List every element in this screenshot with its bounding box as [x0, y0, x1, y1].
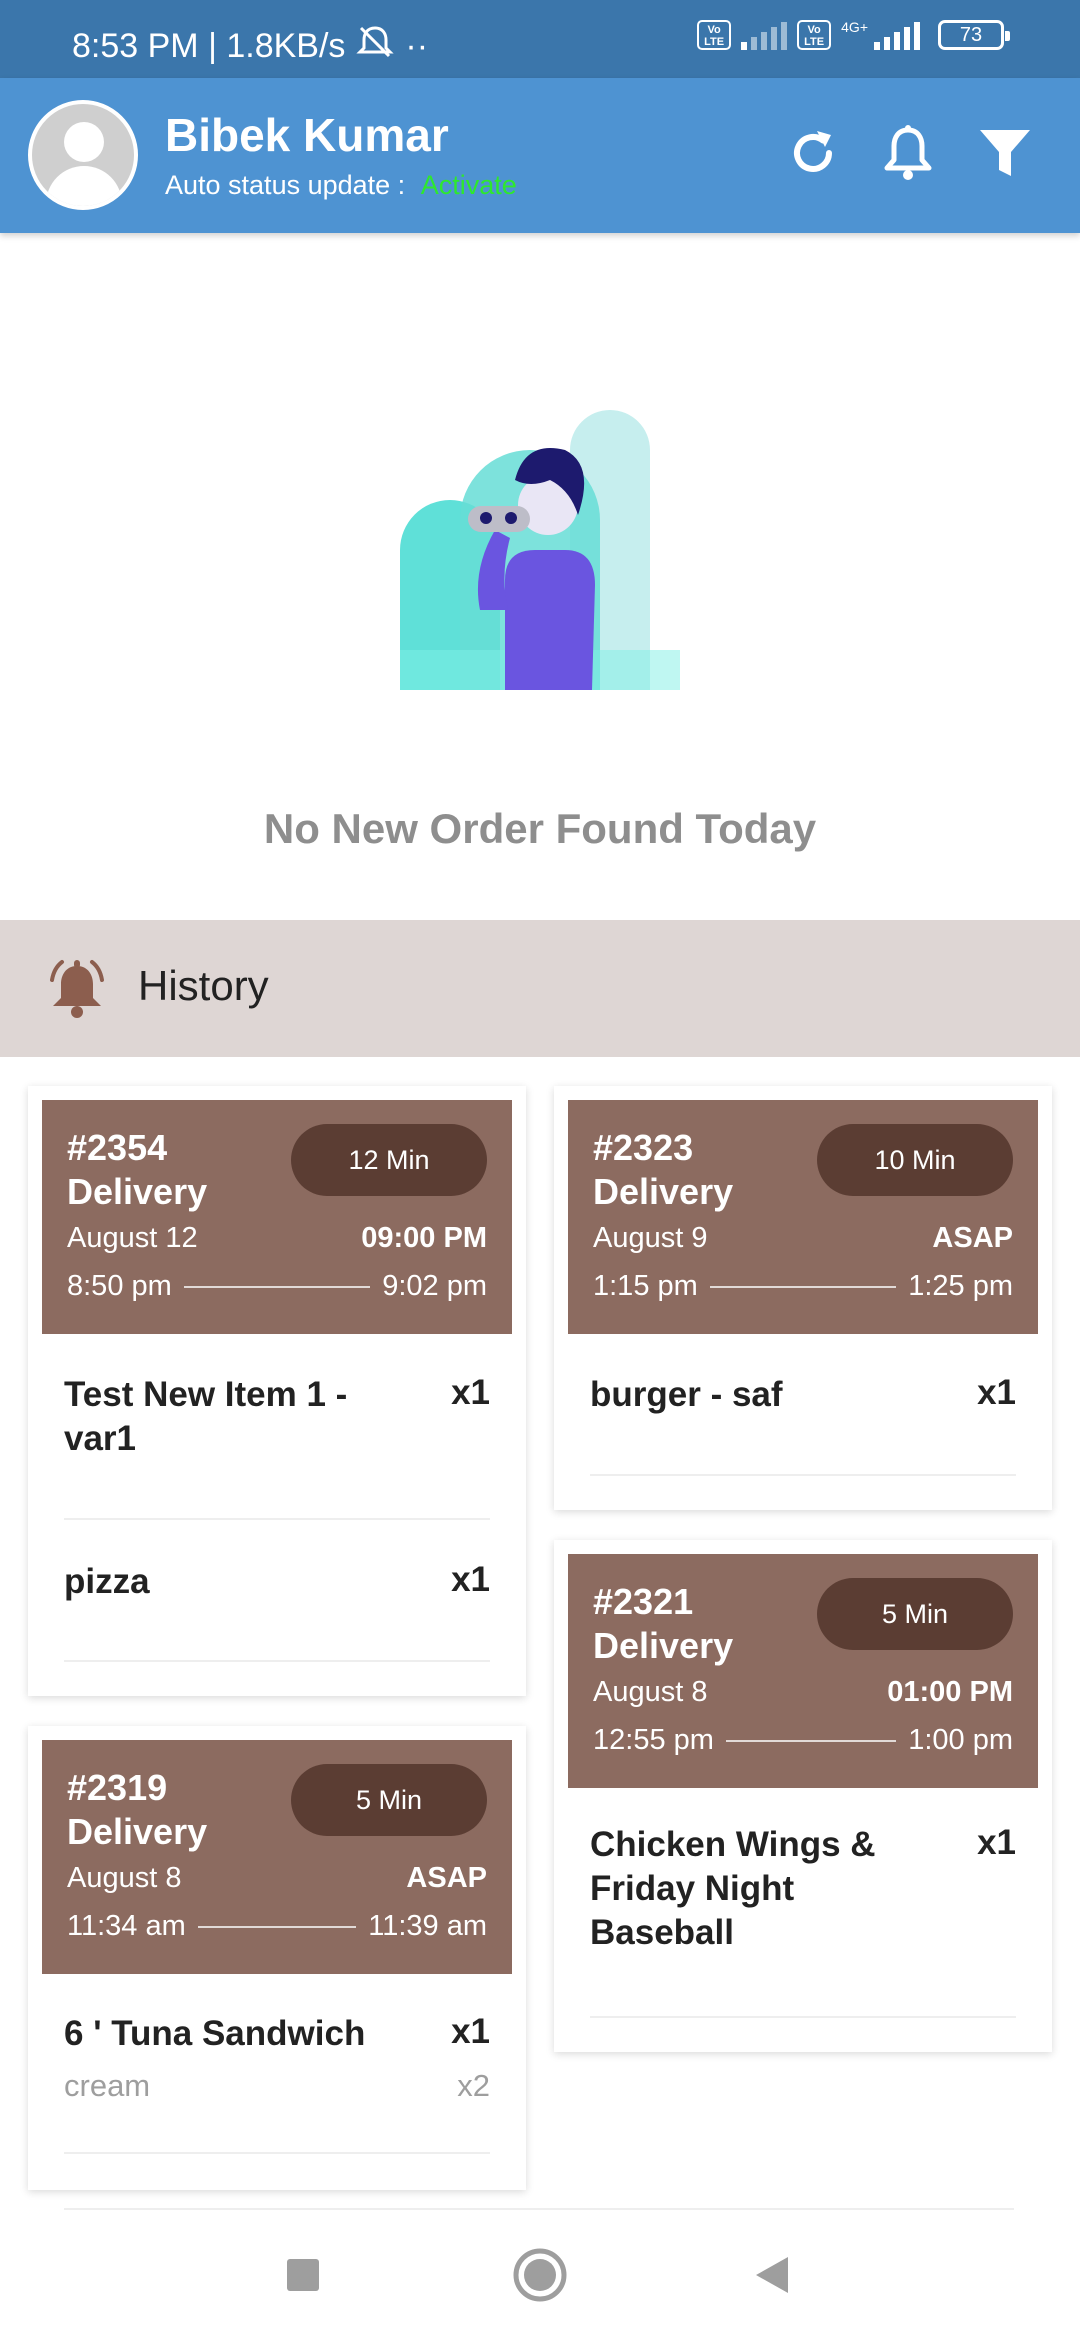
- empty-state-message: No New Order Found Today: [263, 805, 817, 852]
- back-button[interactable]: [737, 2240, 807, 2310]
- activate-link[interactable]: Activate: [421, 170, 517, 200]
- item-name: 6 ' Tuna Sandwich: [64, 2014, 366, 2053]
- network-type: 4G+: [841, 19, 868, 35]
- order-card[interactable]: #2319 Delivery 5 Min August 8 ASAP 11:34…: [28, 1726, 526, 2190]
- range-divider: [709, 1285, 897, 1288]
- divider: [64, 2152, 490, 2154]
- order-time: ASAP: [932, 1222, 1013, 1254]
- bell-icon[interactable]: [873, 118, 943, 188]
- empty-state-illustration: [400, 410, 680, 690]
- status-dots: ··: [405, 27, 429, 65]
- volte-icon-2: Vo LTE: [797, 20, 832, 50]
- duration-badge: 12 Min: [291, 1124, 487, 1196]
- duration-badge: 5 Min: [291, 1764, 487, 1836]
- order-date: August 8: [593, 1676, 708, 1708]
- item-qty: x1: [977, 1823, 1016, 1862]
- order-header: #2354 Delivery 12 Min August 12 09:00 PM…: [42, 1100, 512, 1334]
- order-card[interactable]: #2321 Delivery 5 Min August 8 01:00 PM 1…: [554, 1540, 1052, 2052]
- order-type: Delivery: [67, 1811, 208, 1852]
- battery-icon: 73: [938, 20, 1010, 50]
- range-divider: [183, 1285, 371, 1288]
- order-time: 09:00 PM: [361, 1222, 487, 1254]
- range-divider: [197, 1925, 357, 1928]
- start-time: 11:34 am: [67, 1910, 186, 1942]
- order-number-type: #2321 Delivery: [593, 1580, 733, 1668]
- user-name: Bibek Kumar: [165, 109, 449, 161]
- item-name: burger - saf: [590, 1375, 783, 1414]
- order-number: #2323: [593, 1127, 694, 1168]
- order-number-type: #2319 Delivery: [67, 1766, 207, 1854]
- signal-2-icon: [874, 20, 920, 50]
- item-qty: x1: [451, 1560, 490, 1599]
- divider: [590, 2016, 1016, 2018]
- item-qty: x1: [451, 1373, 490, 1412]
- order-number: #2321: [593, 1581, 694, 1622]
- system-nav-bar: [0, 2210, 1080, 2340]
- alarm-off-icon: [355, 24, 395, 69]
- order-type: Delivery: [593, 1625, 734, 1666]
- order-header: #2323 Delivery 10 Min August 9 ASAP 1:15…: [568, 1100, 1038, 1334]
- recents-button[interactable]: [268, 2240, 338, 2310]
- end-time: 1:00 pm: [908, 1724, 1013, 1756]
- status-bar-right: Vo LTE Vo LTE 4G+ 73: [697, 19, 1010, 50]
- duration-badge: 10 Min: [817, 1124, 1013, 1196]
- auto-status-row: Auto status update : Activate: [165, 170, 517, 201]
- order-header: #2321 Delivery 5 Min August 8 01:00 PM 1…: [568, 1554, 1038, 1788]
- item-modifier: cream: [64, 2068, 151, 2103]
- time-speed: 8:53 PM | 1.8KB/s: [72, 27, 346, 65]
- status-bar-left: 8:53 PM | 1.8KB/s ··: [72, 24, 428, 69]
- battery-level: 73: [959, 24, 983, 46]
- start-time: 1:15 pm: [593, 1270, 698, 1302]
- item-name: Test New Item 1 - var1: [64, 1375, 348, 1458]
- item-qty: x1: [977, 1373, 1016, 1412]
- order-number-type: #2354 Delivery: [67, 1126, 207, 1214]
- time-range: 1:15 pm 1:25 pm: [593, 1270, 1013, 1303]
- range-divider: [725, 1739, 897, 1742]
- divider: [590, 1474, 1016, 1476]
- item-name: pizza: [64, 1562, 150, 1601]
- order-number: #2319: [67, 1767, 168, 1808]
- history-title: History: [138, 962, 269, 1009]
- bell-icon: [44, 956, 110, 1022]
- avatar[interactable]: [28, 100, 138, 210]
- time-range: 11:34 am 11:39 am: [67, 1910, 487, 1943]
- item-modifier-qty: x2: [457, 2068, 490, 2103]
- volte-icon: Vo LTE: [697, 20, 732, 50]
- order-time: 01:00 PM: [887, 1676, 1013, 1708]
- history-header: History: [0, 920, 1080, 1057]
- duration-badge: 5 Min: [817, 1578, 1013, 1650]
- order-card[interactable]: #2354 Delivery 12 Min August 12 09:00 PM…: [28, 1086, 526, 1696]
- order-date: August 12: [67, 1222, 198, 1254]
- order-card[interactable]: #2323 Delivery 10 Min August 9 ASAP 1:15…: [554, 1086, 1052, 1510]
- end-time: 9:02 pm: [382, 1270, 487, 1302]
- order-date: August 8: [67, 1862, 182, 1894]
- item-qty: x1: [451, 2012, 490, 2051]
- order-type: Delivery: [67, 1171, 208, 1212]
- divider: [64, 1518, 490, 1520]
- order-number: #2354: [67, 1127, 168, 1168]
- time-range: 12:55 pm 1:00 pm: [593, 1724, 1013, 1757]
- app-header: Bibek Kumar Auto status update : Activat…: [0, 78, 1080, 233]
- order-header: #2319 Delivery 5 Min August 8 ASAP 11:34…: [42, 1740, 512, 1974]
- order-type: Delivery: [593, 1171, 734, 1212]
- start-time: 8:50 pm: [67, 1270, 172, 1302]
- order-date: August 9: [593, 1222, 708, 1254]
- order-time: ASAP: [406, 1862, 487, 1894]
- divider: [64, 1660, 490, 1662]
- signal-1-icon: [741, 20, 788, 50]
- time-range: 8:50 pm 9:02 pm: [67, 1270, 487, 1303]
- status-bar: 8:53 PM | 1.8KB/s ·· Vo LTE Vo LTE 4G+ 73: [0, 0, 1080, 78]
- order-number-type: #2323 Delivery: [593, 1126, 733, 1214]
- auto-status-label: Auto status update :: [165, 170, 406, 200]
- refresh-icon[interactable]: [778, 118, 848, 188]
- start-time: 12:55 pm: [593, 1724, 714, 1756]
- item-name: Chicken Wings & Friday Night Baseball: [590, 1825, 876, 1952]
- home-button[interactable]: [505, 2240, 575, 2310]
- end-time: 11:39 am: [368, 1910, 487, 1942]
- end-time: 1:25 pm: [908, 1270, 1013, 1302]
- filter-icon[interactable]: [970, 118, 1040, 188]
